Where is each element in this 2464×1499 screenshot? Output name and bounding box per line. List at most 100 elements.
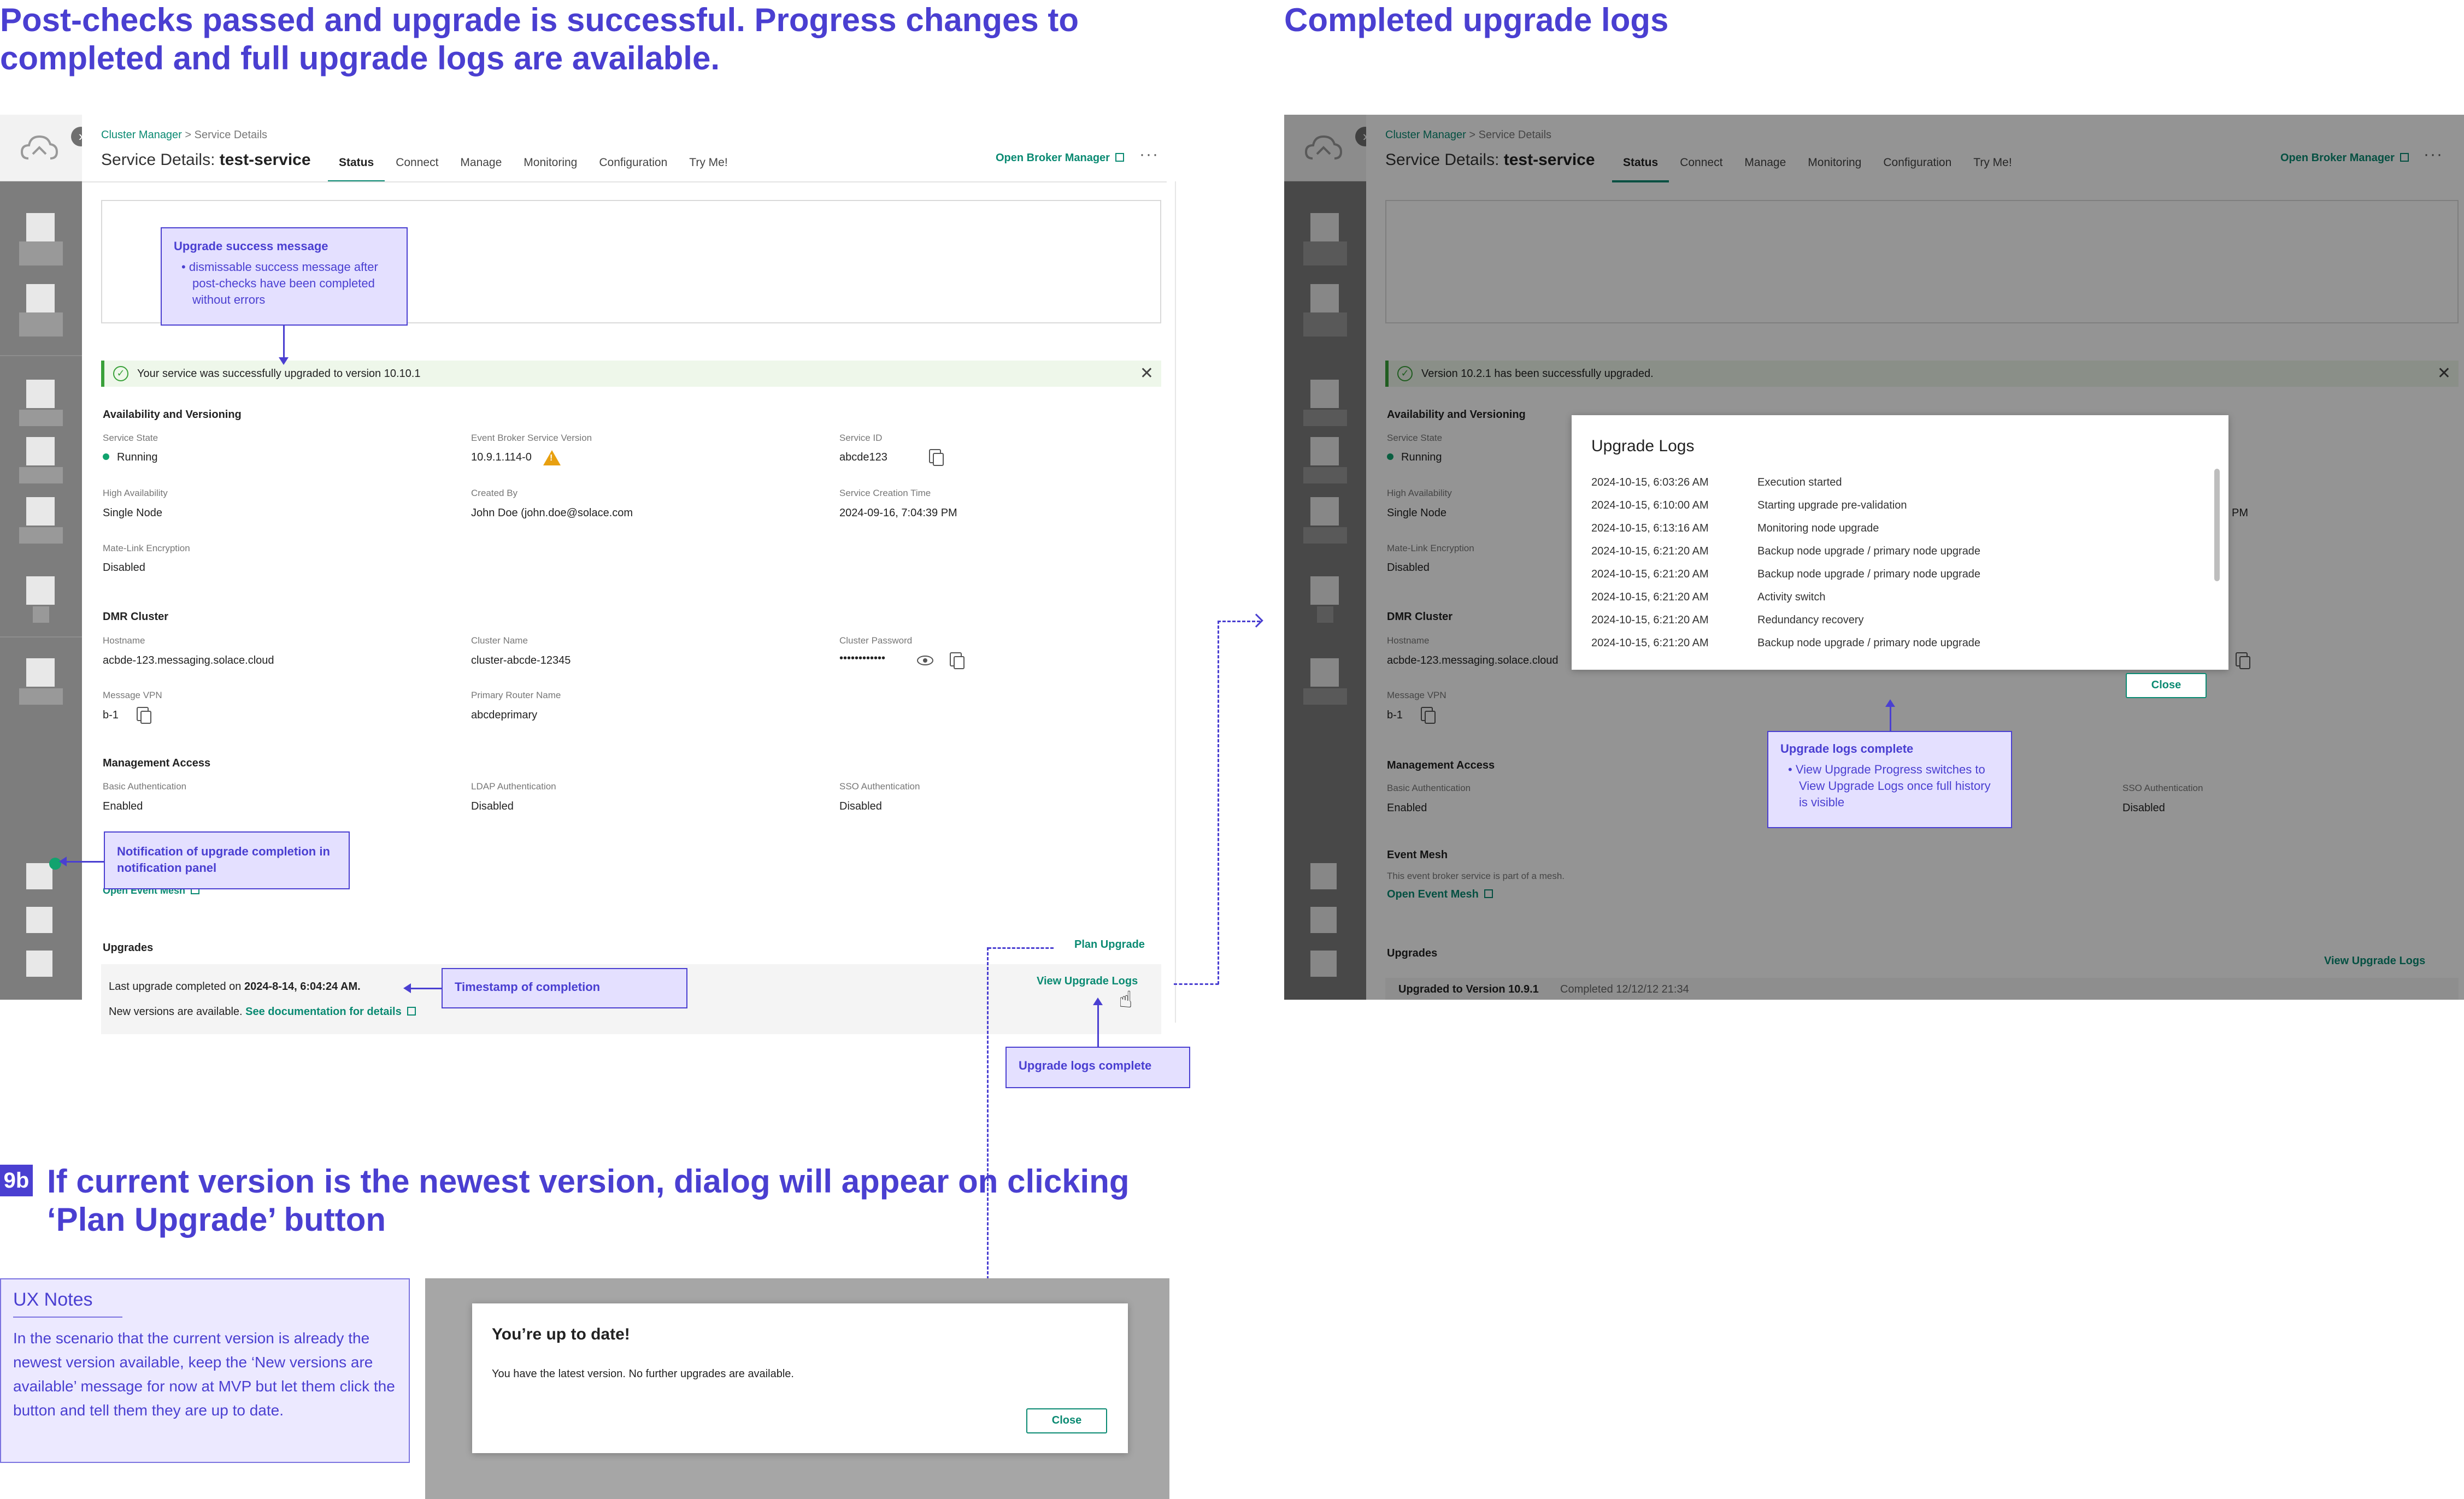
arrow-head — [1885, 699, 1895, 707]
dialog-title: Upgrade Logs — [1591, 437, 1695, 455]
tab-monitoring[interactable]: Monitoring — [513, 152, 588, 182]
cloud-logo-icon — [21, 135, 58, 160]
rail-nav-icon[interactable] — [26, 213, 55, 241]
more-options-icon[interactable]: ··· — [1139, 145, 1159, 164]
timestamp-annotation: Timestamp of completion — [442, 968, 687, 1008]
upgrades-heading: Upgrades — [103, 942, 154, 954]
rail-nav-label — [19, 241, 63, 265]
check-circle-icon: ✓ — [113, 366, 128, 381]
basic-auth: Enabled — [103, 800, 143, 812]
created-by: John Doe (john.doe@solace.com — [471, 507, 633, 519]
annotation-arrow — [409, 988, 442, 989]
log-row-time: 2024-10-15, 6:13:16 AM — [1591, 522, 1709, 534]
rail-nav-label — [19, 688, 63, 705]
close-button[interactable]: Close — [2126, 673, 2207, 698]
rail-nav-icon[interactable] — [26, 380, 55, 408]
log-row-event: Activity switch — [1757, 591, 1826, 603]
show-password-icon[interactable] — [917, 656, 933, 665]
log-row-time: 2024-10-15, 6:03:26 AM — [1591, 476, 1709, 488]
tab-bar: Status Connect Manage Monitoring Configu… — [328, 152, 739, 182]
log-row-time: 2024-10-15, 6:21:20 AM — [1591, 614, 1709, 626]
log-row-event: Redundancy recovery — [1757, 614, 1864, 626]
log-row-time: 2024-10-15, 6:21:20 AM — [1591, 637, 1709, 649]
up-to-date-dialog: You’re up to date! You have the latest v… — [472, 1303, 1128, 1453]
breadcrumb-root[interactable]: Cluster Manager — [101, 129, 182, 141]
log-row-time: 2024-10-15, 6:21:20 AM — [1591, 568, 1709, 580]
management-heading: Management Access — [103, 757, 211, 769]
log-row-event: Starting upgrade pre-validation — [1757, 499, 1907, 511]
page-title: Service Details: test-service — [101, 151, 311, 169]
rail-nav-icon[interactable] — [26, 497, 55, 526]
cluster-name: cluster-abcde-12345 — [471, 654, 571, 666]
ux-notes-title: UX Notes — [13, 1289, 93, 1310]
primary-router: abcdeprimary — [471, 709, 538, 721]
annotation-arrow — [1097, 1003, 1099, 1047]
mate-link-encryption: Disabled — [103, 562, 145, 574]
breadcrumb-current: Service Details — [194, 129, 268, 141]
rail-nav-icon[interactable] — [26, 437, 55, 465]
main-heading: Post-checks passed and upgrade is succes… — [0, 2, 1079, 76]
copy-icon[interactable] — [950, 652, 965, 669]
rail-nav-icon[interactable] — [26, 658, 55, 687]
close-button[interactable]: Close — [1026, 1408, 1107, 1433]
log-row-time: 2024-10-15, 6:21:20 AM — [1591, 591, 1709, 603]
arrow-head — [403, 983, 411, 993]
dmr-heading: DMR Cluster — [103, 611, 169, 623]
rail-divider — [0, 355, 82, 356]
notification-icon[interactable] — [26, 863, 52, 889]
flow-line — [988, 947, 1054, 949]
page-edge — [1175, 181, 1176, 1023]
hand-cursor-icon: ☝ — [1119, 987, 1133, 1012]
broker-version: 10.9.1.114-0 — [471, 451, 532, 463]
rail-bottom-icon[interactable] — [26, 951, 52, 977]
logs-complete-right-annotation: Upgrade logs complete • View Upgrade Pro… — [1767, 731, 2012, 828]
documentation-link[interactable]: See documentation for details — [245, 1006, 402, 1018]
dialog-title: You’re up to date! — [492, 1325, 630, 1343]
header-divider — [82, 181, 1167, 182]
arrow-head — [279, 357, 289, 365]
availability-heading: Availability and Versioning — [103, 409, 242, 421]
success-message: Your service was successfully upgraded t… — [137, 368, 421, 380]
upgrade-success-banner: ✓ Your service was successfully upgraded… — [101, 361, 1161, 387]
log-row-event: Execution started — [1757, 476, 1842, 488]
log-row-time: 2024-10-15, 6:10:00 AM — [1591, 499, 1709, 511]
open-broker-manager-link[interactable]: Open Broker Manager — [996, 152, 1124, 164]
uptodate-screen: You’re up to date! You have the latest v… — [425, 1278, 1169, 1499]
last-upgrade-text: Last upgrade completed on 2024-8-14, 6:0… — [109, 981, 361, 993]
hostname: acbde-123.messaging.solace.cloud — [103, 654, 274, 666]
rail-nav-label — [19, 467, 63, 483]
upgrade-success-annotation: Upgrade success message • dismissable su… — [161, 227, 408, 326]
service-state: Running — [103, 451, 158, 464]
new-versions-text: New versions are available. See document… — [109, 1006, 416, 1018]
copy-icon[interactable] — [137, 707, 151, 724]
tab-status[interactable]: Status — [328, 152, 385, 182]
running-status-dot — [103, 453, 109, 460]
tab-configuration[interactable]: Configuration — [588, 152, 678, 182]
warning-icon: ! — [543, 450, 561, 465]
upgrade-logs-dialog: Upgrade Logs 2024-10-15, 6:03:26 AM Execu… — [1572, 415, 2228, 698]
tab-try-me[interactable]: Try Me! — [678, 152, 738, 182]
external-link-icon — [407, 1007, 416, 1016]
plan-upgrade-button[interactable]: Plan Upgrade — [1074, 939, 1145, 951]
rail-nav-label — [19, 527, 63, 544]
arrow-head — [59, 857, 67, 866]
copy-icon[interactable] — [929, 449, 944, 466]
sso-auth: Disabled — [839, 800, 882, 812]
scrollbar[interactable] — [2214, 469, 2220, 581]
rail-bottom-icon[interactable] — [26, 907, 52, 933]
tab-connect[interactable]: Connect — [385, 152, 449, 182]
external-link-icon — [1115, 153, 1124, 162]
close-icon[interactable]: ✕ — [1140, 364, 1154, 383]
rail-divider — [0, 636, 82, 638]
right-screenshot: › Cluster Manager > Service Details Serv… — [1284, 115, 2464, 1000]
right-heading: Completed upgrade logs — [1284, 2, 1669, 38]
annotation-arrow — [64, 861, 104, 863]
logs-complete-annotation: Upgrade logs complete — [1005, 1047, 1190, 1088]
tab-manage[interactable]: Manage — [449, 152, 513, 182]
rail-nav-label — [19, 312, 63, 337]
ux-notes-box: UX Notes In the scenario that the curren… — [0, 1278, 410, 1463]
rail-nav-icon[interactable] — [26, 284, 55, 312]
rail-nav-label — [33, 606, 49, 623]
rail-nav-icon[interactable] — [26, 576, 55, 605]
side-rail: › — [0, 115, 91, 1000]
